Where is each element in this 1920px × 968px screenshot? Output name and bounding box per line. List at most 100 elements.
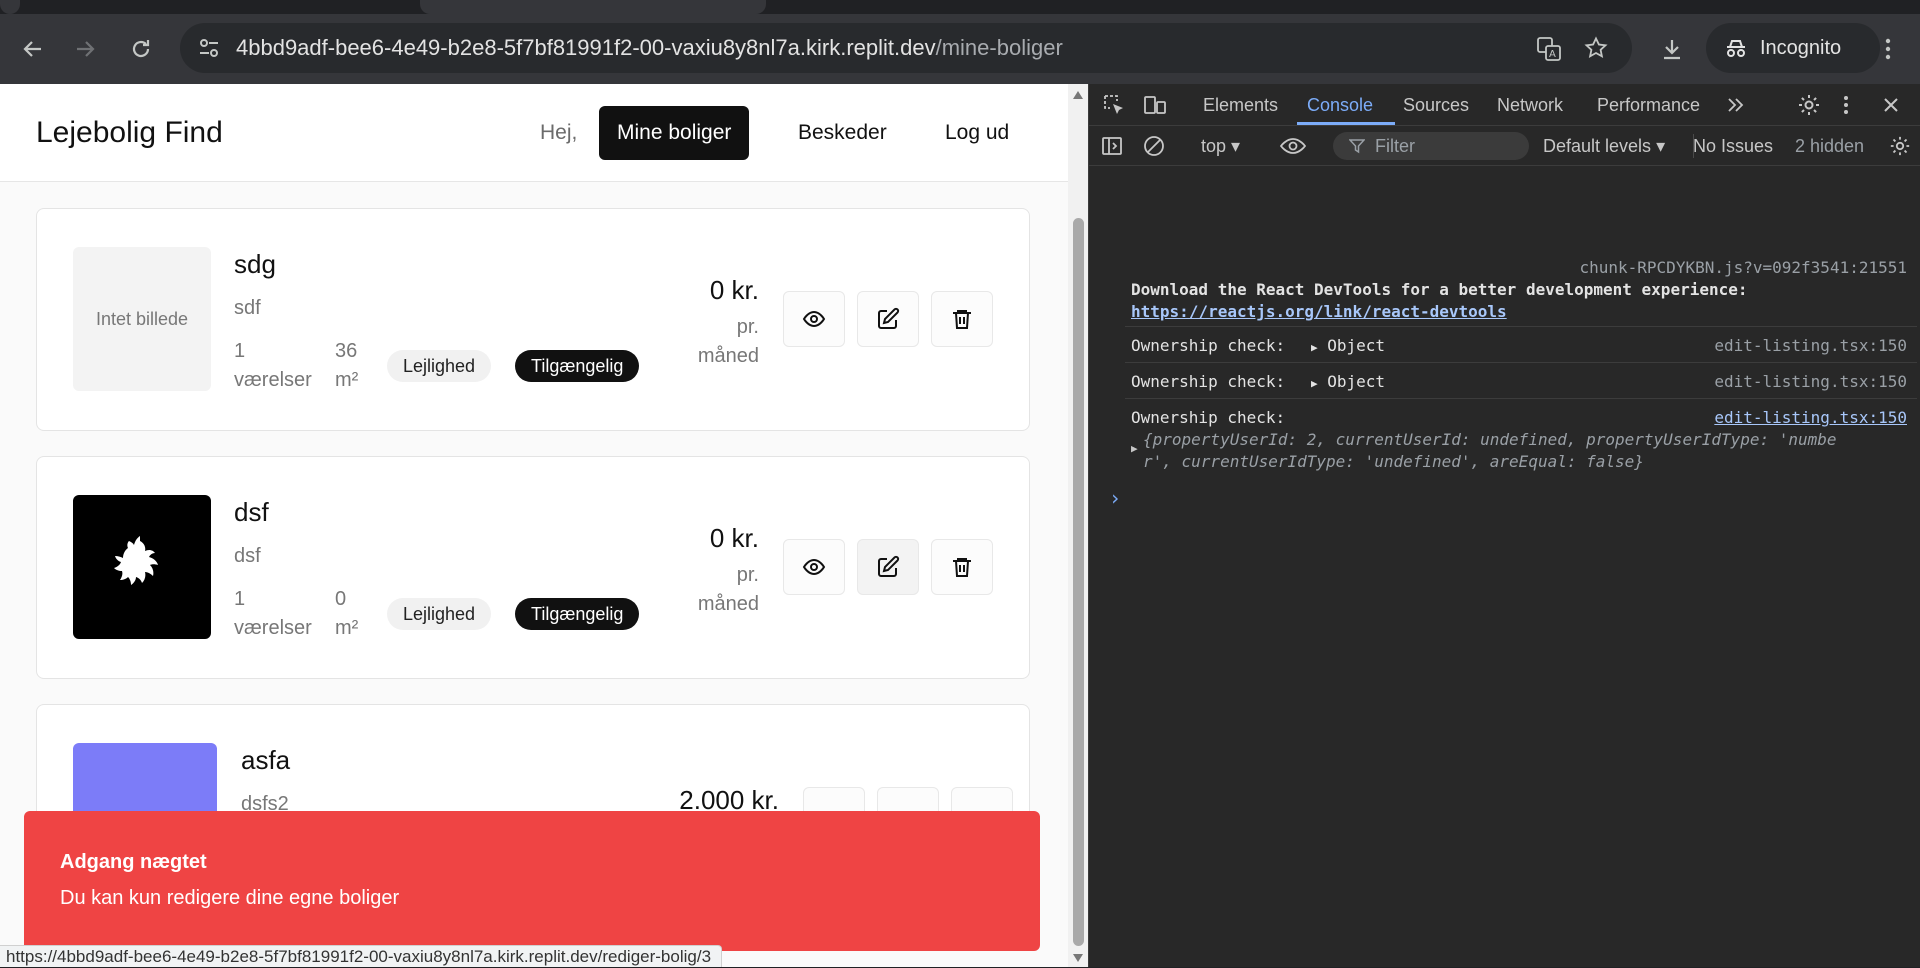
browser-tab-edge[interactable] [0, 0, 20, 14]
no-image-label: Intet billede [95, 308, 189, 329]
scroll-up-arrow-icon[interactable] [1072, 90, 1084, 100]
site-header: Lejebolig Find Hej, Mine boliger Beskede… [0, 84, 1068, 182]
edit-button[interactable] [857, 291, 919, 347]
message-divider [1125, 398, 1917, 399]
listing-image-placeholder: Intet billede [73, 247, 211, 391]
site-info-icon[interactable] [198, 37, 220, 64]
download-icon[interactable] [1660, 37, 1684, 66]
object-label: Object [1327, 372, 1386, 391]
console-message-text: Ownership check: [1131, 372, 1286, 391]
hidden-count: 2 hidden [1795, 136, 1865, 156]
expand-triangle-icon: ▶ [1311, 341, 1318, 354]
price-period-line1: pr. [736, 564, 759, 586]
price-period-line1: pr. [736, 316, 759, 338]
live-expression-eye-icon[interactable] [1279, 135, 1307, 162]
listing-price: 0 kr. [709, 275, 759, 305]
price-period: pr. måned [659, 561, 759, 619]
view-button[interactable] [783, 291, 845, 347]
tab-strip [0, 0, 1920, 14]
object-preview-line: r', currentUserIdType: 'undefined', areE… [1143, 452, 1644, 471]
filter-placeholder: Filter [1375, 136, 1415, 156]
message-source-link[interactable]: edit-listing.tsx:150 [1714, 408, 1907, 427]
price-period-line2: måned [697, 593, 759, 615]
address-bar[interactable]: 4bbd9adf-bee6-4e49-b2e8-5f7bf81991f2-00-… [180, 23, 1632, 73]
tab-elements[interactable]: Elements [1203, 84, 1278, 126]
listing-price: 0 kr. [709, 523, 759, 553]
area-unit: m² [335, 617, 359, 639]
listing-area: 0 m² [335, 585, 358, 643]
message-source-link[interactable]: edit-listing.tsx:150 [1714, 372, 1907, 391]
svg-text:A: A [1549, 49, 1556, 60]
console-filter-input[interactable]: Filter [1333, 132, 1529, 160]
message-divider [1125, 326, 1917, 327]
toast-message: Du kan kun redigere dine egne boliger [60, 887, 400, 909]
browser-menu-icon[interactable] [1882, 37, 1894, 66]
tab-sources[interactable]: Sources [1403, 84, 1469, 126]
device-toolbar-icon[interactable] [1143, 94, 1167, 121]
listing-title: dsf [234, 497, 269, 527]
status-badge: Tilgængelig [515, 350, 640, 382]
page-viewport: Lejebolig Find Hej, Mine boliger Beskede… [0, 84, 1068, 967]
sidebar-toggle-icon[interactable] [1101, 135, 1123, 162]
object-expander[interactable]: ▶ Object [1311, 336, 1385, 355]
url-path: /mine-boliger [935, 35, 1063, 60]
nav-log-ud[interactable]: Log ud [927, 106, 1027, 160]
view-button[interactable] [783, 539, 845, 595]
tab-console[interactable]: Console [1307, 84, 1373, 126]
address-url[interactable]: 4bbd9adf-bee6-4e49-b2e8-5f7bf81991f2-00-… [236, 23, 1063, 73]
listing-card: Intet billede sdg sdf 1 værelser 36 m² Lej… [36, 208, 1030, 431]
close-devtools-icon[interactable] [1881, 95, 1901, 120]
price-period: pr. måned [659, 313, 759, 371]
context-label: top [1201, 136, 1227, 156]
message-source-link[interactable]: chunk-RPCDYKBN.js?v=092f3541:21551 [1579, 258, 1907, 277]
rooms-value: 1 [234, 340, 246, 362]
listing-image [73, 495, 211, 639]
more-tabs-chevron-icon[interactable] [1725, 94, 1747, 121]
issues-counter[interactable]: No Issues [1693, 126, 1773, 166]
incognito-label: Incognito [1760, 37, 1842, 59]
delete-button[interactable] [931, 539, 993, 595]
scroll-down-arrow-icon[interactable] [1072, 953, 1084, 963]
nav-mine-boliger[interactable]: Mine boliger [599, 106, 750, 160]
message-source-link[interactable]: edit-listing.tsx:150 [1714, 336, 1907, 355]
log-levels-dropdown[interactable]: Default levels ▾ [1543, 126, 1665, 166]
object-preview-line[interactable]: ▶ {propertyUserId: 2, currentUserId: und… [1131, 430, 1920, 455]
edit-button[interactable] [857, 539, 919, 595]
tab-network[interactable]: Network [1497, 84, 1563, 126]
price-period-line2: måned [697, 345, 759, 367]
tab-performance[interactable]: Performance [1597, 84, 1700, 126]
page-scrollbar[interactable] [1068, 84, 1088, 967]
forward-arrow-icon[interactable] [64, 28, 106, 70]
console-prompt[interactable]: › [1109, 486, 1889, 510]
react-devtools-link[interactable]: https://reactjs.org/link/react-devtools [1131, 302, 1911, 321]
incognito-indicator[interactable]: Incognito [1706, 23, 1880, 73]
rooms-unit: værelser [234, 369, 312, 391]
heraldic-griffin-icon [114, 536, 158, 585]
greeting: Hej, [540, 121, 578, 144]
inspect-element-icon[interactable] [1103, 94, 1125, 121]
settings-gear-icon[interactable] [1797, 93, 1821, 122]
error-toast[interactable]: Adgang nægtet Du kan kun redigere dine e… [24, 811, 1040, 951]
nav-beskeder[interactable]: Beskeder [780, 106, 905, 160]
translate-icon[interactable]: A [1536, 36, 1562, 67]
incognito-icon [1724, 36, 1748, 66]
context-selector[interactable]: top ▾ [1201, 126, 1240, 166]
listing-title: sdg [234, 249, 276, 279]
bookmark-star-icon[interactable] [1584, 36, 1608, 65]
back-arrow-icon[interactable] [12, 28, 54, 70]
status-badge: Tilgængelig [515, 598, 640, 630]
devtools-menu-icon[interactable] [1841, 94, 1851, 121]
object-expander[interactable]: ▶ Object [1311, 372, 1385, 391]
site-brand[interactable]: Lejebolig Find [36, 84, 223, 182]
clear-console-icon[interactable] [1143, 135, 1165, 162]
url-host: 4bbd9adf-bee6-4e49-b2e8-5f7bf81991f2-00-… [236, 35, 936, 60]
scrollbar-thumb[interactable] [1073, 218, 1084, 946]
delete-button[interactable] [931, 291, 993, 347]
object-preview-text-1: {propertyUserId: 2, currentUserId: undef… [1143, 430, 1837, 449]
console-message-text: Ownership check: [1131, 336, 1286, 355]
reload-icon[interactable] [120, 28, 162, 70]
console-settings-gear-icon[interactable] [1889, 135, 1911, 162]
browser-tab-active[interactable] [420, 0, 766, 14]
object-label: Object [1327, 336, 1386, 355]
listing-card: dsf dsf 1 værelser 0 m² Lejlighed Tilgænge… [36, 456, 1030, 679]
